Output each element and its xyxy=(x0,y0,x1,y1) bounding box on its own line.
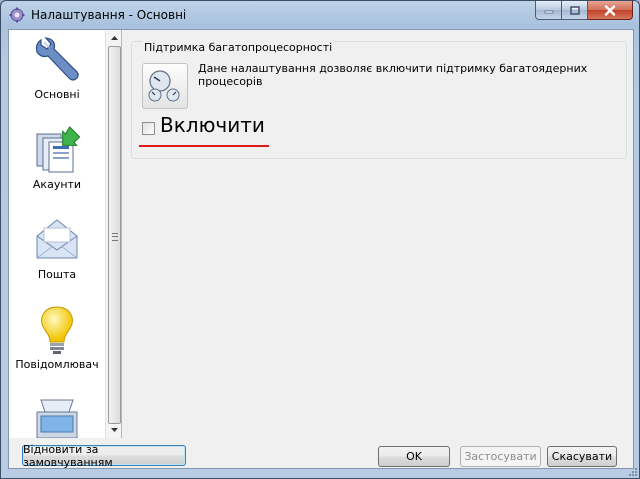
close-button[interactable] xyxy=(588,1,633,20)
envelope-icon xyxy=(36,219,78,259)
sidebar-scrollbar[interactable] xyxy=(105,30,121,438)
scroll-down-button[interactable] xyxy=(106,422,121,438)
sidebar-item-mail[interactable]: Пошта xyxy=(9,214,105,281)
wrench-icon xyxy=(35,36,79,81)
close-icon xyxy=(604,4,616,16)
apply-button[interactable]: Застосувати xyxy=(460,446,541,467)
cancel-button[interactable]: Скасувати xyxy=(547,446,617,467)
maximize-button[interactable] xyxy=(562,1,588,20)
window-title: Налаштування - Основні xyxy=(31,8,187,22)
restore-defaults-button[interactable]: Відновити за замовчуванням xyxy=(22,443,186,469)
title-bar[interactable]: Налаштування - Основні xyxy=(1,1,639,29)
sidebar-item-label: Повідомлювач xyxy=(15,358,99,371)
gauges-icon xyxy=(142,63,188,109)
client-area: Основні Акаунти Пошта Повідомлювач Підтр… xyxy=(8,29,634,469)
sidebar-item-scanner[interactable] xyxy=(9,394,105,438)
scroll-up-button[interactable] xyxy=(106,30,121,46)
chevron-down-icon xyxy=(110,428,118,432)
resize-grip-icon[interactable] xyxy=(627,466,637,476)
minimize-button[interactable] xyxy=(535,1,562,20)
group-title: Підтримка багатопроцесорності xyxy=(142,41,335,54)
category-list[interactable]: Основні Акаунти Пошта Повідомлювач xyxy=(9,30,122,438)
sidebar-item-notifier[interactable]: Повідомлювач xyxy=(9,304,105,371)
scroll-thumb[interactable] xyxy=(108,46,121,424)
chevron-up-icon xyxy=(110,36,118,40)
gear-icon xyxy=(9,7,25,23)
sidebar-item-accounts[interactable]: Акаунти xyxy=(9,124,105,191)
highlight-underline xyxy=(139,145,269,147)
group-description: Дане налаштування дозволяє включити підт… xyxy=(198,62,588,88)
accounts-icon xyxy=(36,126,81,173)
settings-panel: Підтримка багатопроцесорності Дане налаш… xyxy=(131,36,627,180)
ok-button[interactable]: OK xyxy=(378,446,450,467)
scanner-icon xyxy=(36,399,78,438)
enable-checkbox-label[interactable]: Включити xyxy=(160,113,265,137)
sidebar-item-label: Акаунти xyxy=(32,178,82,191)
sidebar-item-general[interactable]: Основні xyxy=(9,34,105,101)
maximize-icon xyxy=(569,5,580,15)
multiprocessor-group: Підтримка багатопроцесорності Дане налаш… xyxy=(131,41,627,159)
grip-icon xyxy=(112,233,118,241)
sidebar-item-label: Пошта xyxy=(37,268,77,281)
minimize-icon xyxy=(544,10,553,14)
enable-checkbox[interactable] xyxy=(142,122,155,135)
settings-window: Налаштування - Основні Основні Акаунти П… xyxy=(0,0,640,479)
lightbulb-icon xyxy=(41,306,73,354)
sidebar-item-label: Основні xyxy=(34,88,80,101)
